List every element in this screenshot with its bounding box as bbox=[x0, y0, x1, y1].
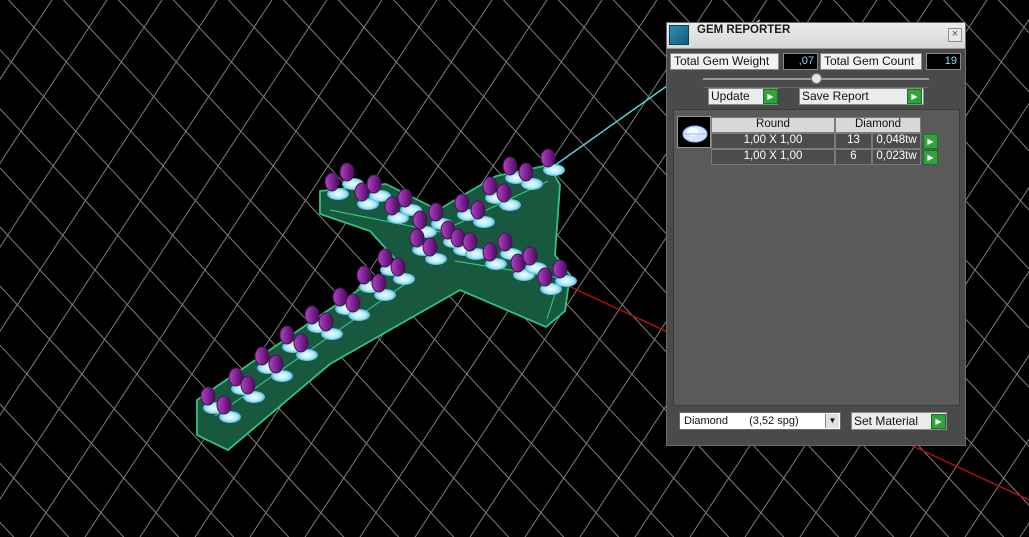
gem bbox=[454, 193, 470, 213]
gem bbox=[324, 172, 340, 192]
gem-reporter-icon bbox=[669, 25, 689, 45]
material-select-spg: (3,52 spg) bbox=[749, 415, 799, 427]
gem bbox=[240, 375, 256, 395]
header-round: Round bbox=[711, 117, 835, 133]
gem-report-area: Round Diamond 1,00 X 1,00 13 0,048tw ▶ 1… bbox=[673, 109, 960, 406]
grid-line bbox=[0, 0, 10, 537]
gem bbox=[422, 237, 438, 257]
set-material-arrow-icon: ▶ bbox=[931, 414, 946, 429]
gem bbox=[318, 312, 334, 332]
grid-line bbox=[0, 0, 108, 165]
grid-line bbox=[0, 403, 125, 537]
gem bbox=[216, 395, 232, 415]
save-report-button[interactable]: Save Report ▶ bbox=[799, 88, 924, 105]
jewelry-model bbox=[196, 148, 577, 452]
gem bbox=[345, 293, 361, 313]
set-material-button[interactable]: Set Material ▶ bbox=[851, 412, 947, 430]
gem bbox=[537, 267, 553, 287]
gem bbox=[397, 188, 413, 208]
grid-line bbox=[997, 0, 1029, 34]
gem bbox=[482, 242, 498, 262]
gem bbox=[279, 325, 295, 345]
total-gem-count-label: Total Gem Count bbox=[820, 53, 922, 70]
gem bbox=[522, 246, 538, 266]
gem bbox=[552, 259, 568, 279]
gem bbox=[390, 257, 406, 277]
grid-line bbox=[0, 226, 290, 537]
grid-line bbox=[0, 0, 53, 81]
update-arrow-icon: ▶ bbox=[763, 89, 778, 104]
gem-reporter-titlebar: GEM REPORTER × bbox=[667, 23, 965, 49]
gem bbox=[409, 228, 425, 248]
gem bbox=[497, 232, 513, 252]
gem bbox=[412, 210, 428, 230]
gem bbox=[366, 174, 382, 194]
gem bbox=[200, 386, 216, 406]
gem bbox=[470, 200, 486, 220]
gem bbox=[254, 346, 270, 366]
row2-arrow-button[interactable]: ▶ bbox=[923, 150, 938, 165]
gem bbox=[384, 196, 400, 216]
material-select-value: Diamond bbox=[684, 415, 729, 427]
gem-reporter-panel: GEM REPORTER × Total Gem Weight ,07 Tota… bbox=[666, 22, 966, 446]
gem bbox=[332, 287, 348, 307]
gem bbox=[462, 232, 478, 252]
row1-weight: 0,048tw bbox=[872, 133, 921, 149]
gem bbox=[377, 248, 393, 268]
total-gem-weight-label: Total Gem Weight bbox=[670, 53, 779, 70]
slider-thumb[interactable] bbox=[811, 73, 822, 84]
gem bbox=[371, 273, 387, 293]
row2-count: 6 bbox=[835, 149, 872, 165]
gem bbox=[293, 333, 309, 353]
gem bbox=[502, 156, 518, 176]
gem-preview-icon bbox=[677, 116, 711, 148]
close-button[interactable]: × bbox=[948, 28, 962, 42]
save-report-label: Save Report bbox=[802, 89, 869, 103]
row2-size: 1,00 X 1,00 bbox=[711, 149, 835, 165]
grid-line bbox=[0, 462, 70, 537]
total-gem-weight-value: ,07 bbox=[783, 53, 818, 70]
gem bbox=[304, 305, 320, 325]
material-select[interactable]: Diamond (3,52 spg) ▼ bbox=[679, 412, 841, 430]
update-button-label: Update bbox=[711, 89, 750, 103]
gem-reporter-title: GEM REPORTER bbox=[697, 24, 791, 36]
grid-line bbox=[29, 0, 383, 537]
gem bbox=[356, 265, 372, 285]
grid-line bbox=[0, 521, 15, 537]
grid-line bbox=[0, 0, 328, 500]
grid-line bbox=[0, 108, 400, 537]
gem bbox=[518, 162, 534, 182]
grid-line bbox=[1019, 522, 1029, 537]
row1-size: 1,00 X 1,00 bbox=[711, 133, 835, 149]
grid-line bbox=[0, 0, 218, 332]
grid-line bbox=[0, 167, 345, 537]
row2-weight: 0,023tw bbox=[872, 149, 921, 165]
total-gem-count-value: 19 bbox=[926, 53, 961, 70]
gem bbox=[339, 162, 355, 182]
gem bbox=[496, 183, 512, 203]
chevron-down-icon: ▼ bbox=[825, 414, 839, 428]
header-diamond: Diamond bbox=[835, 117, 921, 133]
gem bbox=[428, 202, 444, 222]
set-material-label: Set Material bbox=[854, 414, 919, 428]
update-button[interactable]: Update ▶ bbox=[708, 88, 778, 105]
gem bbox=[482, 176, 498, 196]
grid-line bbox=[0, 344, 180, 537]
gem bbox=[540, 148, 556, 168]
diamond-gem-icon bbox=[682, 125, 708, 143]
grid-line bbox=[0, 0, 273, 416]
row1-arrow-button[interactable]: ▶ bbox=[923, 134, 938, 149]
row1-count: 13 bbox=[835, 133, 872, 149]
save-report-arrow-icon: ▶ bbox=[907, 89, 922, 104]
gem bbox=[268, 354, 284, 374]
